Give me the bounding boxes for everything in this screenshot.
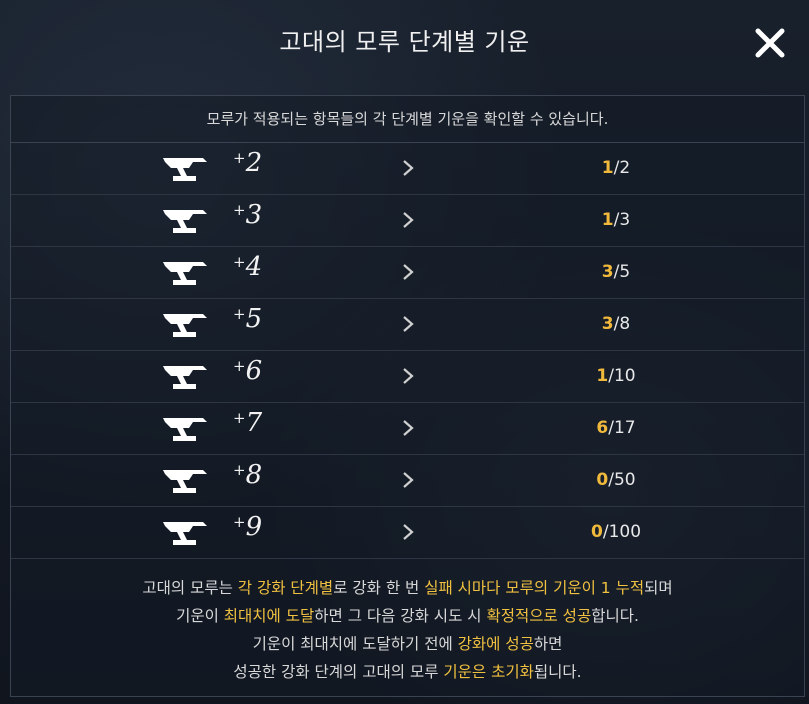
enhance-level: +9 — [233, 512, 262, 542]
chevron-right-icon — [401, 417, 415, 439]
energy-row: +6 1/10 — [11, 351, 804, 403]
plus-sign: + — [233, 461, 246, 479]
description-text: 기운이 — [176, 607, 224, 625]
plus-sign: + — [233, 357, 246, 375]
level-number: 2 — [245, 148, 263, 178]
energy-value: 0/50 — [491, 455, 741, 506]
energy-current: 1 — [601, 210, 614, 230]
chevron-right-icon — [401, 157, 415, 179]
description-text: 되며 — [644, 579, 673, 597]
energy-max: 17 — [613, 418, 636, 438]
energy-current: 1 — [596, 366, 609, 386]
energy-row: +2 1/2 — [11, 143, 804, 195]
enhance-level: +2 — [233, 148, 262, 178]
energy-max: 8 — [619, 314, 631, 334]
energy-row: +4 3/5 — [11, 247, 804, 299]
description-line: 기운이 최대치에 도달하면 그 다음 강화 시도 시 확정적으로 성공합니다. — [11, 602, 804, 630]
energy-current: 0 — [596, 470, 609, 490]
chevron-right-icon — [401, 209, 415, 231]
energy-row: +3 1/3 — [11, 195, 804, 247]
highlight-text: 확정적으로 성공 — [486, 607, 592, 625]
table-subtitle: 모루가 적용되는 항목들의 각 단계별 기운을 확인할 수 있습니다. — [11, 96, 804, 143]
plus-sign: + — [233, 409, 246, 427]
description-text: 성공한 강화 단계의 고대의 모루 — [233, 663, 444, 681]
anvil-icon — [163, 156, 209, 182]
energy-value: 3/5 — [491, 247, 741, 298]
highlight-text: 최대치에 도달 — [223, 607, 315, 625]
level-number: 4 — [245, 252, 263, 282]
description-text: 하면 — [533, 635, 563, 653]
chevron-right-icon — [401, 469, 415, 491]
chevron-right-icon — [401, 365, 415, 387]
anvil-energy-dialog: 고대의 모루 단계별 기운 모루가 적용되는 항목들의 각 단계별 기운을 확인… — [0, 0, 809, 704]
energy-row: +8 0/50 — [11, 455, 804, 507]
enhance-level: +8 — [233, 460, 262, 490]
energy-current: 1 — [601, 158, 614, 178]
anvil-icon — [163, 520, 209, 546]
enhance-level: +3 — [233, 200, 262, 230]
energy-table-panel: 모루가 적용되는 항목들의 각 단계별 기운을 확인할 수 있습니다. +2 1/… — [10, 95, 805, 697]
energy-max: 2 — [619, 158, 631, 178]
enhance-level: +6 — [233, 356, 262, 386]
enhance-level: +5 — [233, 304, 262, 334]
energy-value: 0/100 — [491, 507, 741, 558]
energy-row: +7 6/17 — [11, 403, 804, 455]
description-text: 됩니다. — [533, 663, 582, 681]
description-line: 성공한 강화 단계의 고대의 모루 기운은 초기화됩니다. — [11, 658, 804, 686]
energy-current: 6 — [596, 418, 609, 438]
highlight-text: 실패 시마다 모루의 기운이 1 누적 — [424, 579, 645, 597]
description-text: 하면 그 다음 강화 시도 시 — [314, 607, 487, 625]
chevron-right-icon — [401, 261, 415, 283]
highlight-text: 강화에 성공 — [457, 635, 534, 653]
anvil-icon — [163, 260, 209, 286]
energy-row: +5 3/8 — [11, 299, 804, 351]
highlight-text: 기운은 초기화 — [443, 663, 534, 681]
energy-value: 1/3 — [491, 195, 741, 246]
energy-max: 3 — [619, 210, 631, 230]
energy-max: 10 — [613, 366, 636, 386]
description: 고대의 모루는 각 강화 단계별로 강화 한 번 실패 시마다 모루의 기운이 … — [11, 574, 804, 686]
energy-max: 5 — [619, 262, 631, 282]
description-line: 고대의 모루는 각 강화 단계별로 강화 한 번 실패 시마다 모루의 기운이 … — [11, 574, 804, 602]
level-number: 9 — [245, 512, 263, 542]
dialog-title: 고대의 모루 단계별 기운 — [279, 28, 530, 56]
description-text: 로 강화 한 번 — [333, 579, 425, 597]
level-number: 6 — [245, 356, 263, 386]
description-text: 합니다. — [591, 607, 639, 625]
enhance-level: +7 — [233, 408, 262, 438]
energy-value: 1/2 — [491, 143, 741, 194]
level-number: 7 — [245, 408, 263, 438]
description-text: 기운이 최대치에 도달하기 전에 — [252, 635, 458, 653]
level-number: 3 — [245, 200, 263, 230]
energy-max: 50 — [613, 470, 636, 490]
close-icon[interactable] — [753, 26, 787, 60]
highlight-text: 각 강화 단계별 — [237, 579, 334, 597]
anvil-icon — [163, 468, 209, 494]
energy-max: 100 — [608, 522, 642, 542]
energy-current: 3 — [601, 314, 614, 334]
description-line: 기운이 최대치에 도달하기 전에 강화에 성공하면 — [11, 630, 804, 658]
energy-value: 6/17 — [491, 403, 741, 454]
energy-value: 1/10 — [491, 351, 741, 402]
energy-row: +9 0/100 — [11, 507, 804, 559]
anvil-icon — [163, 416, 209, 442]
description-text: 고대의 모루는 — [142, 579, 238, 597]
plus-sign: + — [233, 513, 246, 531]
anvil-icon — [163, 364, 209, 390]
level-number: 8 — [245, 460, 263, 490]
chevron-right-icon — [401, 313, 415, 335]
anvil-icon — [163, 208, 209, 234]
anvil-icon — [163, 312, 209, 338]
chevron-right-icon — [401, 521, 415, 543]
plus-sign: + — [233, 305, 246, 323]
energy-current: 0 — [590, 522, 603, 542]
plus-sign: + — [233, 201, 246, 219]
enhance-level: +4 — [233, 252, 262, 282]
energy-current: 3 — [601, 262, 614, 282]
level-number: 5 — [245, 304, 263, 334]
energy-rows: +2 1/2 +3 1/3 +4 3/5 +5 3/8 +6 1/10 +7 6/17 +8 0/50 +9… — [11, 143, 804, 559]
plus-sign: + — [233, 253, 246, 271]
energy-value: 3/8 — [491, 299, 741, 350]
plus-sign: + — [233, 149, 246, 167]
